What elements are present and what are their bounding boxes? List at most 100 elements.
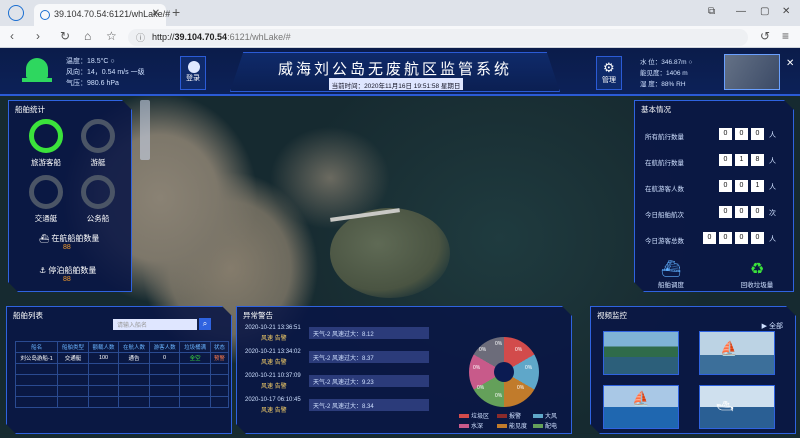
video-thumb[interactable]: ⛵ xyxy=(603,385,679,429)
table-row xyxy=(16,386,229,397)
forward-icon[interactable]: › xyxy=(36,29,40,43)
close-window-icon[interactable]: ✕ xyxy=(782,6,790,17)
weather-temp: 温度：18.5°C ○ xyxy=(66,58,115,65)
stat-unit: 人 xyxy=(769,132,776,139)
video-thumb[interactable]: ⛵ xyxy=(699,331,775,375)
col-header[interactable]: 船名 xyxy=(16,342,58,353)
tab-search-icon[interactable]: ⧉ xyxy=(708,6,715,17)
gauge-ferry[interactable] xyxy=(29,175,63,209)
humidity: 湿 度：88% RH xyxy=(640,81,686,88)
video-title: 视频监控 xyxy=(597,311,627,320)
new-tab-button[interactable]: + xyxy=(172,4,180,20)
maximize-icon[interactable]: ▢ xyxy=(760,6,769,17)
video-thumb[interactable] xyxy=(603,331,679,375)
gauge-tourist-ship[interactable] xyxy=(29,119,63,153)
pie-pct: 0% xyxy=(479,347,487,353)
minimap[interactable] xyxy=(724,54,780,90)
stat-label: 今日游客总数 xyxy=(645,238,684,245)
alert-item[interactable]: 天气-2 风速过大：8.12 xyxy=(309,327,429,339)
recycle-icon: ♻ xyxy=(749,261,765,278)
col-header[interactable]: 在航人数 xyxy=(119,342,150,353)
page-info-icon[interactable]: ⓘ xyxy=(136,31,145,44)
ship-dispatch-button[interactable]: ⛴ 船舶调度 xyxy=(641,259,701,289)
tab-close-icon[interactable]: ✕ xyxy=(152,8,160,19)
legend-item[interactable]: 配电 xyxy=(533,421,557,430)
table-header-row: 船名 船舶类型 额载人数 在航人数 游客人数 垃圾桶满 状态 xyxy=(16,342,229,353)
col-header[interactable]: 船舶类型 xyxy=(58,342,89,353)
basic-info-title: 基本情况 xyxy=(641,105,671,114)
address-bar[interactable]: ⓘ http://39.104.70.54:6121/whLake/# xyxy=(128,29,748,46)
gauge-ferry-label: 交通艇 xyxy=(34,214,58,223)
video-thumb[interactable]: 🛥 xyxy=(699,385,775,429)
recycle-button[interactable]: ♻ 回收垃圾量 xyxy=(727,259,787,289)
digit: 0 xyxy=(735,232,748,244)
admin-button[interactable]: ⚙ 管理 xyxy=(596,56,622,90)
gauge-tourist-ship-label: 旅游客船 xyxy=(31,158,61,167)
browser-tab[interactable]: 39.104.70.54:6121/whLake/# ✕ xyxy=(34,4,170,26)
alert-tag: 风速 告警 xyxy=(261,336,287,342)
stat-digits: 018 xyxy=(719,154,764,166)
app-root: 温度：18.5°C ○ 风向：14，0.54 m/s 一级 气压：980.6 h… xyxy=(0,48,800,438)
map-island xyxy=(330,208,450,298)
stat-unit: 人 xyxy=(769,184,776,191)
gauge-official-ship-label: 公务船 xyxy=(86,214,110,223)
col-header[interactable]: 游客人数 xyxy=(149,342,180,353)
digit: 1 xyxy=(751,180,764,192)
login-button[interactable]: 登录 xyxy=(180,56,206,90)
alerts-title: 异常警告 xyxy=(243,311,273,320)
pie-pct: 0% xyxy=(525,365,533,371)
alerts-panel: 异常警告 2020-10-21 13:36:51 风速 告警 天气-2 风速过大… xyxy=(236,306,572,434)
digit: 0 xyxy=(735,128,748,140)
digit: 0 xyxy=(751,128,764,140)
ship-search-input[interactable]: 请输入船名 xyxy=(113,319,197,330)
ship-icon: ⛴ xyxy=(660,261,682,278)
digit: 8 xyxy=(751,154,764,166)
search-icon[interactable]: ⌕ xyxy=(199,318,211,330)
basic-info-panel: 基本情况 所有航行数量 000 人 在航航行数量 018 人 在航游客人数 00… xyxy=(634,100,794,292)
stat-label: 在航游客人数 xyxy=(645,186,684,193)
digit: 0 xyxy=(703,232,716,244)
gauge-official-ship[interactable] xyxy=(81,175,115,209)
alert-item[interactable]: 天气-2 风速过大：8.37 xyxy=(309,351,429,363)
url-host: 39.104.70.54 xyxy=(174,32,228,42)
legend-item[interactable]: 大风 xyxy=(533,411,557,420)
home-icon[interactable]: ⌂ xyxy=(84,29,91,43)
table-row xyxy=(16,397,229,408)
digit: 0 xyxy=(719,128,732,140)
minimize-icon[interactable]: — xyxy=(736,6,746,17)
bookmark-star-icon[interactable]: ☆ xyxy=(106,29,117,43)
ship-list-title: 船舶列表 xyxy=(13,311,43,320)
legend-item[interactable]: 能见度 xyxy=(497,421,527,430)
video-panel: 视频监控 ▶ 全部 ⛵ ⛵ 🛥 xyxy=(590,306,796,434)
legend-item[interactable]: 垃圾区 xyxy=(459,411,489,420)
table-row[interactable]: 刘公岛游船-1 交通艇 100 通告 0 全空 预警 xyxy=(16,353,229,364)
stat-digits: 0000 xyxy=(703,232,764,244)
legend-label: 水深 xyxy=(471,424,484,430)
refresh-menu-icon[interactable]: ↺ xyxy=(760,29,770,43)
alert-item[interactable]: 天气-2 风速过大：8.34 xyxy=(309,399,429,411)
legend-item[interactable]: 报警 xyxy=(497,411,521,420)
table-cell: 0 xyxy=(149,353,180,364)
video-all-link[interactable]: ▶ 全部 xyxy=(762,321,783,331)
reload-icon[interactable]: ↻ xyxy=(60,29,70,43)
col-header[interactable]: 垃圾桶满 xyxy=(180,342,211,353)
alert-item[interactable]: 天气-2 风速过大：9.23 xyxy=(309,375,429,387)
title-bar: 威海刘公岛无废航区监管系统 当前时间：2020年11月16日 19:51:58 … xyxy=(230,52,560,92)
menu-icon[interactable]: ≡ xyxy=(782,29,789,43)
legend-item[interactable]: 水深 xyxy=(459,421,483,430)
col-header[interactable]: 状态 xyxy=(210,342,228,353)
docked-label: 停泊船舶数量 xyxy=(48,266,97,275)
back-icon[interactable]: ‹ xyxy=(10,29,14,43)
col-header[interactable]: 额载人数 xyxy=(88,342,119,353)
sailboat-icon: ⛵ xyxy=(632,390,650,406)
browser-app-icon[interactable] xyxy=(8,5,24,21)
map-zoom-control[interactable] xyxy=(140,100,150,160)
gauge-yacht[interactable] xyxy=(81,119,115,153)
water-level: 水 位：346.87m ○ xyxy=(640,59,693,66)
fullscreen-icon[interactable]: ✕ xyxy=(786,58,794,69)
alert-tag: 风速 告警 xyxy=(261,408,287,414)
pie-pct: 0% xyxy=(477,385,485,391)
digit: 0 xyxy=(719,232,732,244)
stat-digits: 000 xyxy=(719,206,764,218)
table-row xyxy=(16,375,229,386)
